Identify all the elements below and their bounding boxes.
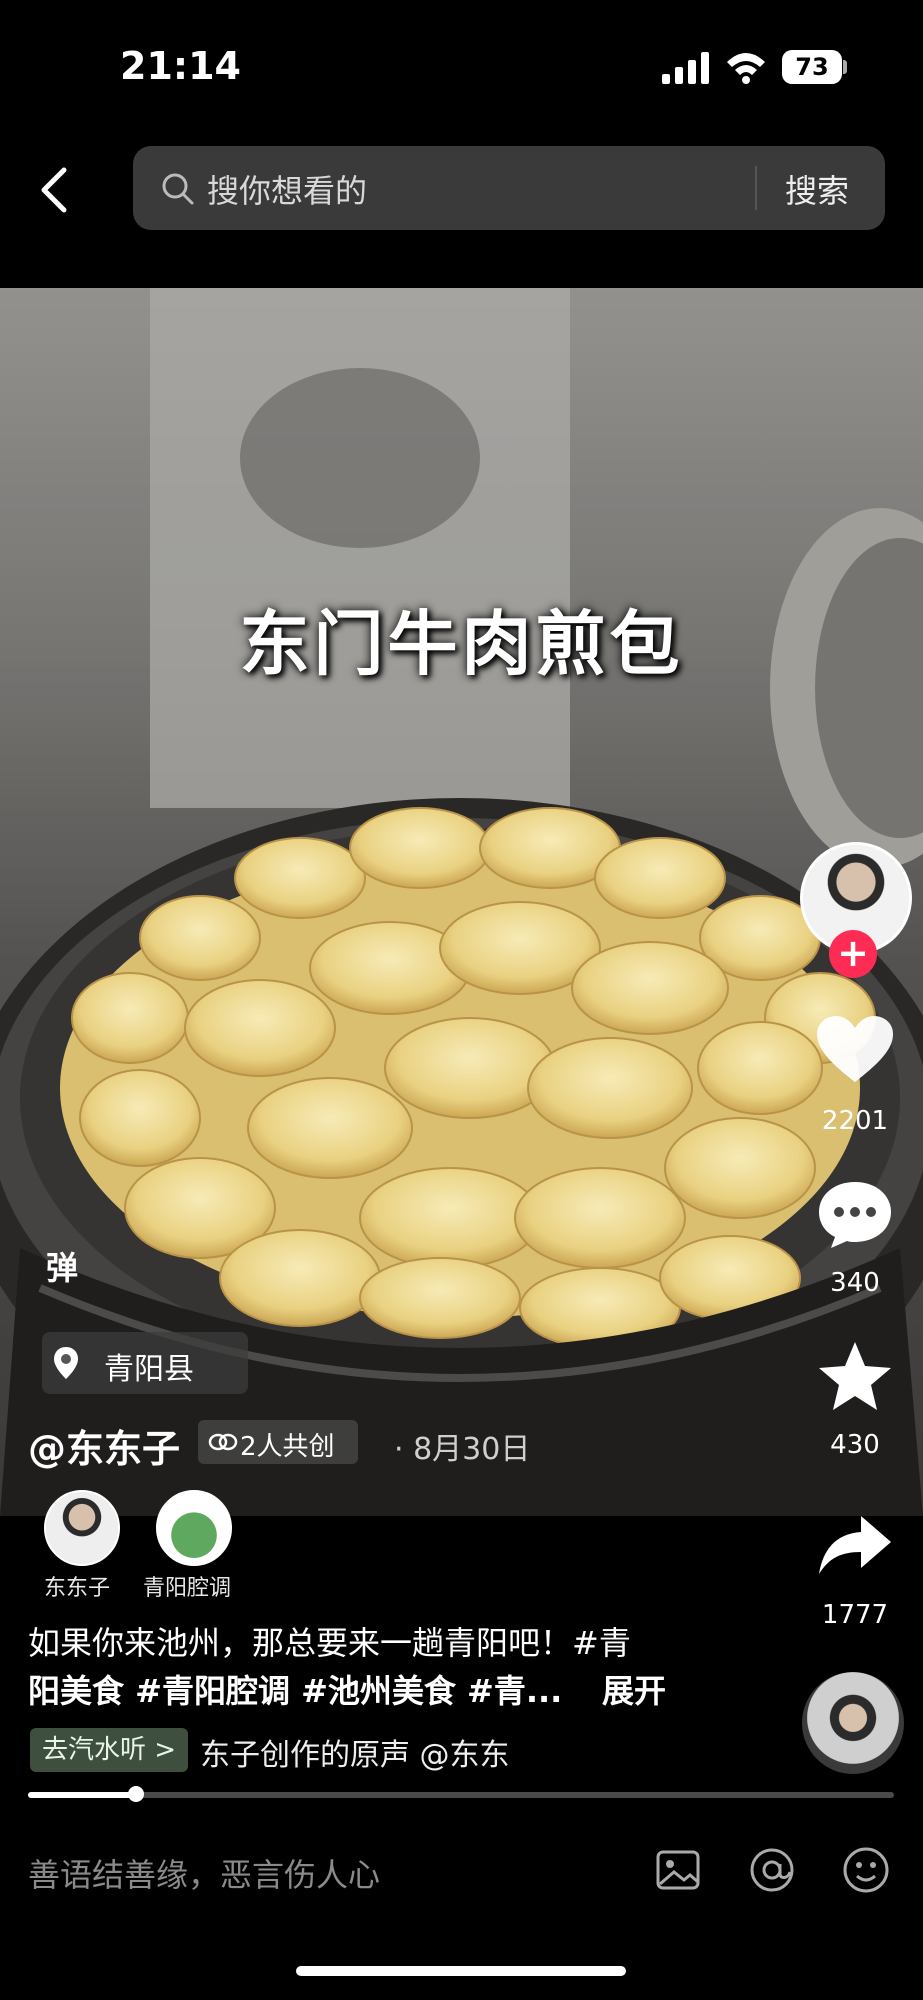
creator-avatar-2[interactable] bbox=[156, 1490, 232, 1566]
creator-avatar-1[interactable] bbox=[44, 1490, 120, 1566]
comment-input[interactable]: 善语结善缘，恶言伤人心 bbox=[28, 1850, 380, 1896]
battery-cap bbox=[843, 60, 847, 74]
progress-handle[interactable] bbox=[128, 1786, 145, 1802]
progress-fill bbox=[28, 1792, 137, 1798]
share-count: 1777 bbox=[821, 1600, 889, 1630]
video-caption: 东门牛肉煎包 bbox=[239, 603, 684, 685]
music-disc[interactable] bbox=[802, 1672, 904, 1774]
favorite-count: 430 bbox=[830, 1430, 880, 1460]
search-button[interactable]: 搜索 bbox=[785, 166, 849, 212]
search-bar[interactable]: 搜你想看的 搜索 bbox=[133, 146, 885, 230]
home-indicator[interactable] bbox=[296, 1966, 626, 1976]
description-line-2[interactable]: 阳美食 #青阳腔调 #池州美食 #青... bbox=[28, 1666, 562, 1712]
mention-icon[interactable] bbox=[746, 1844, 798, 1896]
status-time: 21:14 bbox=[120, 44, 241, 88]
emoji-icon[interactable] bbox=[840, 1844, 892, 1896]
location-label: 青阳县 bbox=[104, 1352, 194, 1387]
danmu-toggle[interactable]: 弹 bbox=[46, 1243, 78, 1289]
battery-indicator: 73 bbox=[782, 50, 842, 84]
wifi-icon bbox=[727, 53, 765, 84]
cellular-signal-icon bbox=[662, 52, 709, 84]
heart-icon[interactable] bbox=[815, 1014, 895, 1086]
location-pin-icon bbox=[54, 1347, 78, 1379]
location-tag[interactable]: 青阳县 bbox=[42, 1332, 248, 1394]
search-input[interactable]: 搜你想看的 bbox=[207, 166, 367, 212]
share-icon[interactable] bbox=[815, 1510, 895, 1582]
cocreate-label: 2人共创 bbox=[240, 1432, 335, 1462]
cocreate-badge[interactable]: 2人共创 bbox=[198, 1420, 358, 1464]
back-arrow-icon[interactable] bbox=[34, 165, 74, 215]
image-icon[interactable] bbox=[652, 1844, 704, 1896]
progress-track[interactable] bbox=[28, 1792, 894, 1798]
star-icon[interactable] bbox=[815, 1340, 895, 1412]
creator-name-2[interactable]: 青阳腔调 bbox=[143, 1570, 231, 1602]
post-date: · 8月30日 bbox=[394, 1432, 531, 1467]
description-line-1: 如果你来池州，那总要来一趟青阳吧！#青 bbox=[28, 1624, 631, 1662]
music-title[interactable]: 东子创作的原声 @东东 bbox=[200, 1730, 510, 1774]
creator-name-1[interactable]: 东东子 bbox=[44, 1570, 110, 1602]
author-name[interactable]: @东东子 bbox=[28, 1418, 180, 1473]
music-fade bbox=[540, 1724, 580, 1774]
like-count: 2201 bbox=[821, 1106, 889, 1136]
listen-on-qishui-button[interactable]: 去汽水听 > bbox=[30, 1728, 189, 1772]
search-icon bbox=[162, 173, 194, 205]
comment-icon[interactable] bbox=[815, 1178, 895, 1250]
follow-button[interactable]: + bbox=[829, 930, 877, 978]
comment-count: 340 bbox=[830, 1268, 880, 1298]
link-icon bbox=[208, 1433, 238, 1451]
search-divider bbox=[755, 166, 757, 210]
expand-button[interactable]: 展开 bbox=[602, 1666, 666, 1712]
